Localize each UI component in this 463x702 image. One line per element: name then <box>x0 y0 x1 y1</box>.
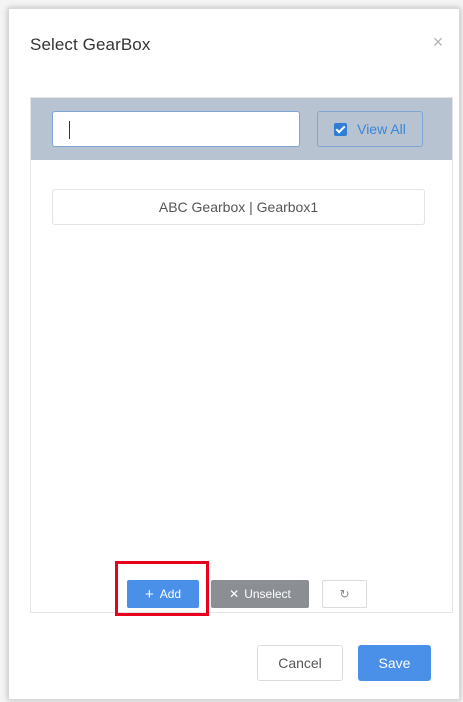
close-icon: ✕ <box>229 587 240 601</box>
list-item[interactable]: ABC Gearbox | Gearbox1 <box>52 189 425 225</box>
checkbox-checked-icon[interactable] <box>334 122 348 136</box>
plus-icon: + <box>144 585 154 603</box>
text-caret <box>69 121 70 139</box>
add-button-label: Add <box>159 587 182 601</box>
unselect-button[interactable]: ✕ Unselect <box>211 580 309 608</box>
add-button[interactable]: + Add <box>127 580 199 608</box>
search-bar: View All <box>31 98 452 160</box>
unselect-button-label: Unselect <box>244 587 291 601</box>
select-gearbox-dialog: Select GearBox × View All ABC Gearbox | … <box>8 8 460 700</box>
dialog-title: Select GearBox <box>30 35 151 54</box>
refresh-button[interactable]: ↻ <box>322 580 367 608</box>
view-all-label: View All <box>357 121 406 137</box>
refresh-icon: ↻ <box>339 587 350 601</box>
view-all-toggle[interactable]: View All <box>317 111 423 147</box>
cancel-button[interactable]: Cancel <box>257 645 343 681</box>
gearbox-selection-panel: View All ABC Gearbox | Gearbox1 + Add ✕ … <box>30 97 453 616</box>
search-input[interactable] <box>52 111 300 147</box>
save-button[interactable]: Save <box>358 645 431 681</box>
close-icon[interactable]: × <box>429 33 447 51</box>
